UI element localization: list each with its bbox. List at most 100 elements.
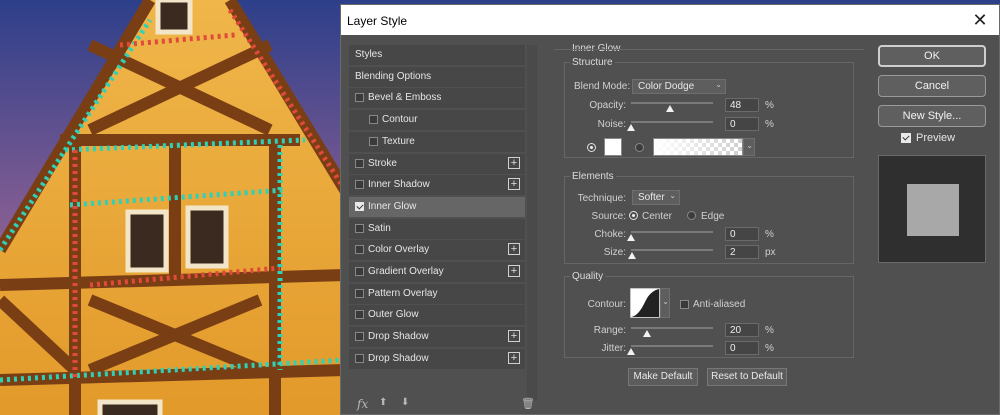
style-item-checkbox[interactable]	[355, 93, 364, 103]
range-label: Range:	[593, 325, 626, 336]
opacity-input[interactable]: 48	[725, 98, 759, 112]
style-item-pattern-overlay[interactable]: Pattern Overlay	[349, 283, 525, 304]
inner-glow-panel: Inner Glow Structure Blend Mode: Color D…	[554, 43, 864, 403]
close-icon[interactable]: ✕	[969, 9, 991, 31]
elements-title: Elements	[570, 171, 616, 182]
preview-checkbox[interactable]	[901, 133, 911, 143]
chevron-down-icon: ⌄	[715, 80, 722, 89]
glow-color-swatch[interactable]	[604, 138, 622, 156]
jitter-input[interactable]: 0	[725, 341, 759, 355]
style-item-stroke[interactable]: Stroke +	[349, 153, 525, 174]
style-item-label: Gradient Overlay	[368, 266, 444, 277]
style-item-bevel-emboss[interactable]: Bevel & Emboss	[349, 88, 525, 109]
ok-button[interactable]: OK	[878, 45, 986, 67]
anti-aliased-label: Anti-aliased	[693, 299, 746, 310]
solid-color-radio[interactable]	[587, 143, 596, 152]
technique-select[interactable]: Softer ⌄	[632, 190, 680, 205]
add-style-icon[interactable]: +	[508, 156, 520, 169]
jitter-slider-track[interactable]	[631, 345, 713, 347]
style-item-checkbox[interactable]	[355, 223, 364, 233]
noise-slider-track[interactable]	[631, 121, 713, 123]
style-item-label: Bevel & Emboss	[368, 92, 442, 104]
style-item-color-overlay[interactable]: Color Overlay +	[349, 240, 525, 261]
noise-slider-thumb[interactable]	[627, 124, 635, 131]
move-down-icon[interactable]: ⬇	[401, 397, 409, 408]
fx-button[interactable]: fx	[357, 397, 368, 411]
choke-slider-thumb[interactable]	[627, 234, 635, 241]
contour-picker[interactable]	[630, 288, 660, 318]
opacity-slider-track[interactable]	[631, 102, 713, 104]
style-item-checkbox[interactable]	[355, 158, 364, 168]
layer-style-dialog: Layer Style ✕ Styles Blending Options Beve…	[340, 4, 1000, 415]
size-slider-thumb[interactable]	[627, 252, 636, 259]
add-style-icon[interactable]: +	[508, 351, 520, 364]
style-item-label: Contour	[382, 114, 418, 126]
source-edge-radio[interactable]	[687, 211, 696, 220]
style-item-label: Outer Glow	[368, 309, 419, 321]
source-center-label: Center	[642, 211, 673, 222]
chevron-down-icon: ⌄	[662, 297, 669, 306]
style-item-inner-glow[interactable]: Inner Glow	[349, 196, 525, 217]
noise-input[interactable]: 0	[725, 117, 759, 131]
jitter-slider-thumb[interactable]	[627, 348, 635, 355]
style-item-checkbox[interactable]	[355, 245, 364, 255]
blend-mode-select[interactable]: Color Dodge ⌄	[632, 79, 726, 94]
delete-icon[interactable]: 🗑	[521, 397, 535, 410]
style-item-satin[interactable]: Satin	[349, 218, 525, 239]
opacity-slider-thumb[interactable]	[666, 105, 675, 112]
gradient-picker[interactable]	[653, 138, 743, 156]
choke-slider-track[interactable]	[631, 231, 713, 233]
style-item-inner-shadow[interactable]: Inner Shadow +	[349, 175, 525, 196]
noise-label: Noise:	[597, 119, 626, 130]
choke-unit: %	[765, 229, 774, 240]
blend-mode-label: Blend Mode:	[574, 81, 631, 92]
style-item-checkbox[interactable]	[355, 332, 364, 342]
range-slider-track[interactable]	[631, 327, 713, 329]
structure-title: Structure	[570, 57, 615, 68]
source-center-radio[interactable]	[629, 211, 638, 220]
new-style-button[interactable]: New Style...	[878, 105, 986, 127]
reset-to-default-button[interactable]: Reset to Default	[707, 368, 787, 386]
range-slider-thumb[interactable]	[643, 330, 652, 337]
size-slider-track[interactable]	[631, 249, 713, 251]
title-bar: Layer Style ✕	[341, 5, 999, 35]
style-item-drop-shadow[interactable]: Drop Shadow +	[349, 327, 525, 348]
opacity-unit: %	[765, 100, 774, 111]
gradient-radio[interactable]	[635, 143, 644, 152]
style-item-checkbox[interactable]	[369, 115, 378, 125]
style-item-label: Inner Glow	[368, 200, 417, 212]
style-item-checkbox[interactable]	[355, 267, 364, 276]
noise-unit: %	[765, 119, 774, 130]
cancel-button[interactable]: Cancel	[878, 75, 986, 97]
range-input[interactable]: 20	[725, 323, 759, 337]
add-style-icon[interactable]: +	[508, 330, 520, 343]
contour-dropdown[interactable]: ⌄	[660, 288, 670, 318]
style-item-gradient-overlay[interactable]: Gradient Overlay +	[349, 262, 525, 282]
choke-input[interactable]: 0	[725, 227, 759, 241]
style-item-checkbox[interactable]	[355, 180, 364, 190]
add-style-icon[interactable]: +	[508, 178, 520, 191]
style-item-label: Texture	[382, 135, 415, 147]
move-up-icon[interactable]: ⬆	[379, 397, 387, 408]
style-item-contour[interactable]: Contour	[349, 110, 525, 131]
chevron-down-icon: ⌄	[669, 191, 676, 200]
add-style-icon[interactable]: +	[508, 265, 520, 277]
source-edge-label: Edge	[701, 211, 725, 222]
style-item-outer-glow[interactable]: Outer Glow	[349, 305, 525, 326]
style-item-checkbox[interactable]	[369, 136, 378, 146]
style-item-checkbox[interactable]	[355, 310, 364, 320]
style-item-checkbox[interactable]	[355, 288, 364, 298]
style-item-blending-options[interactable]: Blending Options	[349, 66, 525, 87]
style-item-drop-shadow[interactable]: Drop Shadow +	[349, 348, 525, 369]
anti-aliased-checkbox[interactable]	[680, 300, 689, 309]
style-item-styles[interactable]: Styles	[349, 45, 525, 65]
style-item-checkbox[interactable]	[355, 201, 364, 211]
add-style-icon[interactable]: +	[508, 243, 520, 256]
style-list-scrollbar[interactable]	[527, 45, 537, 400]
style-item-checkbox[interactable]	[355, 353, 364, 363]
gradient-dropdown[interactable]: ⌄	[743, 138, 755, 156]
make-default-button[interactable]: Make Default	[628, 368, 698, 386]
preview-thumbnail	[878, 155, 986, 263]
size-input[interactable]: 2	[725, 245, 759, 259]
style-item-texture[interactable]: Texture	[349, 131, 525, 152]
